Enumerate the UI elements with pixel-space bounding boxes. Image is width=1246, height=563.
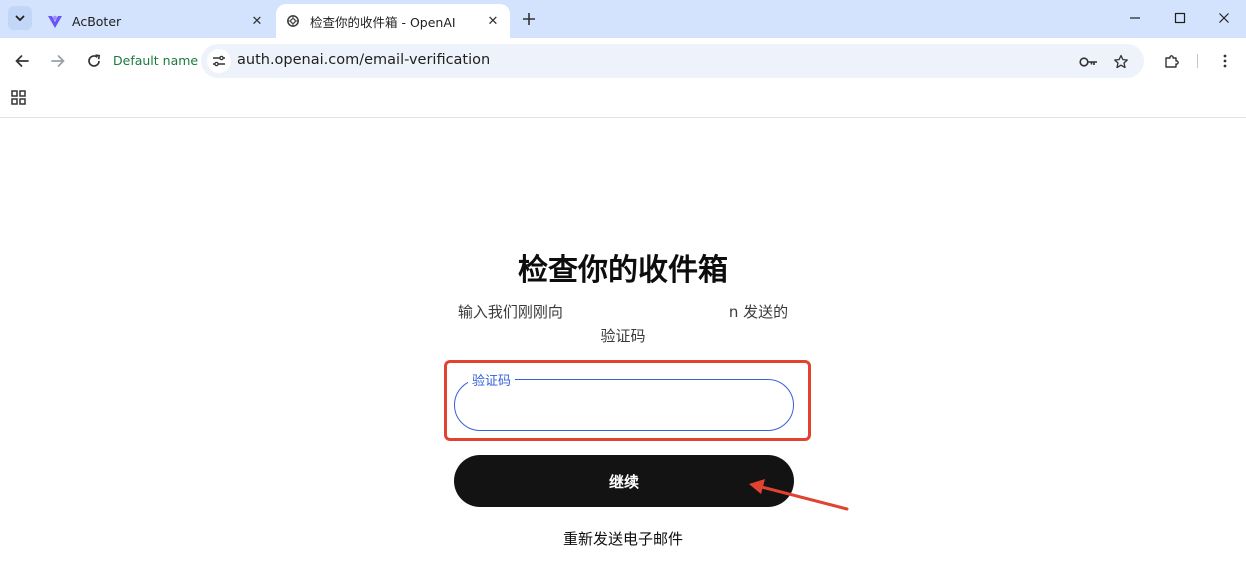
browser-toolbar: Default name auth.openai.com/email-verif… [0, 38, 1246, 84]
apps-grid-icon[interactable] [10, 89, 28, 107]
tab-title: 检查你的收件箱 - OpenAI [310, 14, 456, 30]
password-key-icon[interactable] [1078, 51, 1100, 73]
minimize-icon [1130, 17, 1140, 19]
page-title: 检查你的收件箱 [518, 253, 728, 288]
puzzle-icon [1165, 55, 1179, 68]
reload-button[interactable] [82, 49, 106, 73]
page-subtitle: 输入我们刚刚向 n 发送的验证码 [456, 300, 790, 348]
tab-search-button[interactable] [8, 6, 32, 30]
openai-logo-icon [285, 13, 301, 29]
menu-button[interactable] [1213, 49, 1237, 73]
tab-acboter[interactable]: AcBoter ✕ [38, 4, 274, 38]
extensions-button[interactable] [1160, 49, 1184, 73]
subtitle-text-before: 输入我们刚刚向 [457, 303, 563, 321]
toolbar-divider [1197, 54, 1198, 68]
tab-title: AcBoter [72, 13, 122, 29]
arrow-right-icon [51, 55, 65, 67]
maximize-icon [1174, 12, 1186, 24]
window-close-button[interactable] [1201, 0, 1246, 36]
bookmarks-bar [0, 84, 1246, 118]
tab-openai[interactable]: 检查你的收件箱 - OpenAI ✕ [276, 4, 510, 38]
address-bar[interactable]: auth.openai.com/email-verification [201, 44, 1144, 78]
verification-code-input[interactable] [473, 394, 773, 416]
maximize-button[interactable] [1157, 0, 1203, 36]
reload-icon [88, 54, 101, 67]
forward-button[interactable] [46, 49, 70, 73]
page-content: 检查你的收件箱 输入我们刚刚向 n 发送的验证码 验证码 继续 重新发送电子邮件 [0, 119, 1246, 563]
chevron-down-icon [15, 15, 25, 22]
verification-code-label: 验证码 [468, 370, 516, 389]
back-button[interactable] [10, 49, 34, 73]
resend-email-link[interactable]: 重新发送电子邮件 [0, 528, 1246, 549]
annotation-arrow-icon [749, 479, 849, 511]
tab-strip: AcBoter ✕ 检查你的收件箱 - OpenAI ✕ [0, 0, 1246, 38]
new-tab-button[interactable] [518, 8, 540, 30]
close-icon[interactable]: ✕ [248, 12, 266, 30]
acboter-logo-icon [47, 13, 63, 29]
more-vertical-icon [1223, 54, 1227, 68]
bookmark-star-icon[interactable] [1110, 51, 1132, 73]
profile-name[interactable]: Default name [113, 53, 198, 68]
redacted-email [562, 303, 729, 322]
close-icon[interactable]: ✕ [484, 12, 502, 30]
site-info-icon[interactable] [207, 49, 231, 73]
minimize-button[interactable] [1112, 0, 1158, 36]
url-text[interactable]: auth.openai.com/email-verification [237, 52, 490, 68]
close-icon [1219, 13, 1229, 23]
plus-icon [523, 13, 535, 25]
arrow-left-icon [15, 55, 29, 67]
